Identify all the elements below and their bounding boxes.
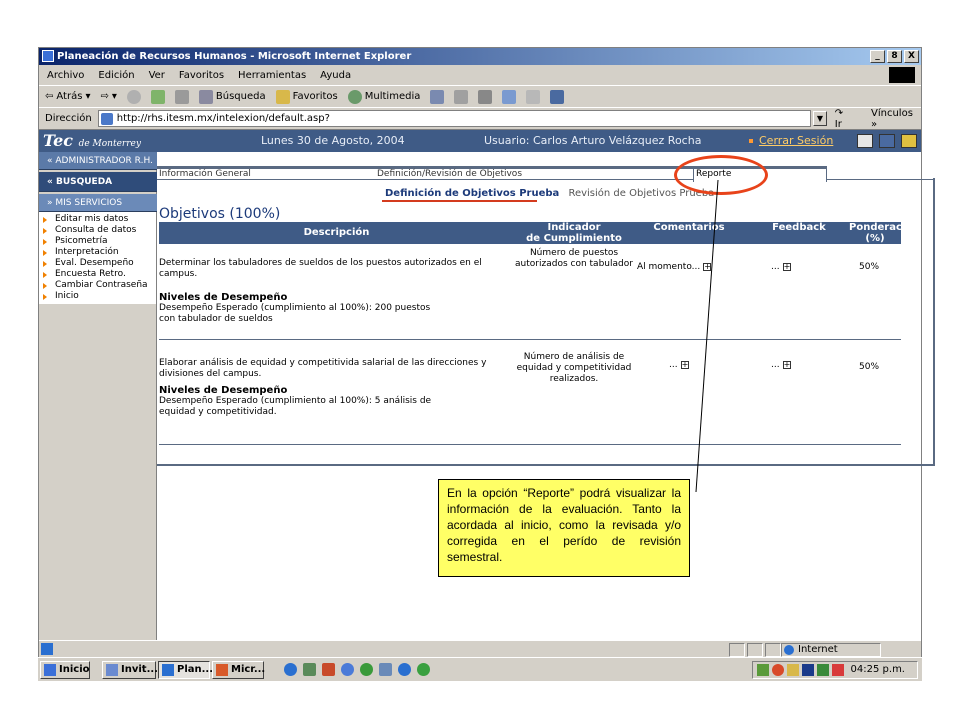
tray-security-icon[interactable] [772, 664, 784, 676]
windows-flag-icon [44, 664, 56, 676]
clock: 04:25 p.m. [850, 664, 905, 675]
taskbar-item-label: Invit... [121, 664, 158, 675]
powerpoint-icon [216, 664, 228, 676]
taskbar-item-label: Plan... [177, 664, 214, 675]
taskbar-item-label: Micr... [231, 664, 266, 675]
taskbar: Inicio Invit... Plan... Micr... 04:25 p.… [38, 657, 922, 681]
callout-pointer [695, 179, 719, 493]
tray-app-icon[interactable] [817, 664, 829, 676]
folder-quick-icon[interactable] [379, 663, 392, 676]
ie2-quick-icon[interactable] [398, 663, 411, 676]
tray-es-icon[interactable] [802, 664, 814, 676]
taskbar-item-plan[interactable]: Plan... [158, 661, 214, 679]
tray-alert-icon[interactable] [832, 664, 844, 676]
ie-icon [162, 664, 174, 676]
start-label: Inicio [59, 664, 90, 675]
globe-quick-icon[interactable] [417, 663, 430, 676]
annotation-callout: En la opción “Reporte” podrá visualizar … [438, 479, 690, 577]
tray-icons [757, 664, 844, 676]
quick-launch [284, 663, 430, 676]
clock-quick-icon[interactable] [341, 663, 354, 676]
media-quick-icon[interactable] [360, 663, 373, 676]
taskbar-item-micr[interactable]: Micr... [212, 661, 266, 679]
explorer-icon [106, 664, 118, 676]
outlook-quick-icon[interactable] [303, 663, 316, 676]
app-quick-icon[interactable] [322, 663, 335, 676]
pointer-line [695, 179, 719, 493]
ie-quick-icon[interactable] [284, 663, 297, 676]
tray-network-icon[interactable] [757, 664, 769, 676]
start-button[interactable]: Inicio [40, 661, 90, 679]
system-tray: 04:25 p.m. [752, 661, 918, 679]
tray-pen-icon[interactable] [787, 664, 799, 676]
taskbar-item-invit[interactable]: Invit... [102, 661, 158, 679]
